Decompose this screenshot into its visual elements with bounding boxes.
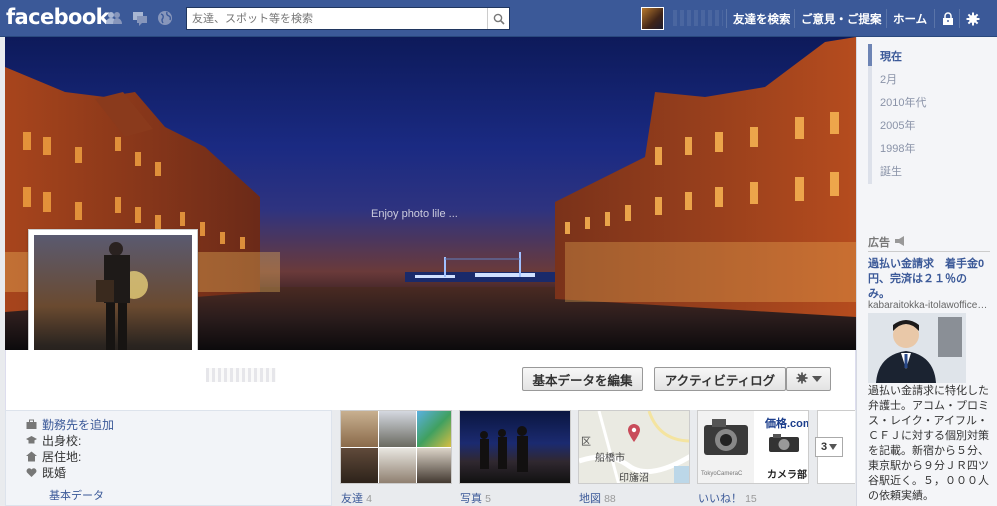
more-apps-button[interactable]: 3 — [815, 437, 843, 457]
map-label-station: 印旛沼 — [619, 473, 649, 484]
liked-page-thumb: TokyoCameraC — [698, 411, 754, 483]
add-work-row[interactable]: 勤務先を追加 — [26, 416, 114, 433]
likes-count: 15 — [745, 493, 757, 505]
lives-in-row: 居住地: — [26, 448, 81, 465]
camera-icon — [704, 419, 748, 455]
kakaku-logo: 価格.com — [765, 418, 809, 430]
friends-count: 4 — [366, 493, 372, 505]
timeline-item-now[interactable]: 現在 — [880, 48, 902, 64]
timeline-active-marker — [868, 44, 872, 66]
privacy-lock-icon[interactable] — [941, 12, 955, 26]
lives-in-label: 居住地: — [42, 450, 82, 464]
settings-gear-icon[interactable] — [966, 12, 980, 26]
user-name-blurred[interactable] — [673, 10, 723, 26]
user-avatar[interactable] — [641, 7, 664, 30]
more-apps-count: 3 — [820, 441, 828, 453]
notifications-globe-icon[interactable] — [157, 10, 173, 26]
friends-tile-label[interactable]: 友達 4 — [341, 490, 372, 506]
friend-thumb — [379, 411, 416, 447]
nav-divider — [886, 9, 887, 28]
friend-thumb — [379, 448, 416, 483]
nav-divider — [934, 9, 935, 28]
feedback-link[interactable]: ご意見・ご提案 — [801, 11, 882, 27]
map-label-ward: 区 — [581, 437, 591, 448]
camera-icon — [769, 434, 799, 452]
map-label-city: 船橋市 — [595, 453, 625, 464]
megaphone-icon[interactable] — [894, 235, 906, 249]
ad-title[interactable]: 過払い金請求 着手金0円、完済は２１％のみ。 — [868, 257, 988, 302]
add-work-link[interactable]: 勤務先を追加 — [42, 416, 114, 433]
map-tile[interactable]: 区 船橋市 印旛沼 — [578, 410, 690, 484]
ads-divider — [868, 251, 990, 252]
photos-count: 5 — [485, 493, 491, 505]
profile-name-blurred — [206, 368, 276, 382]
ads-header: 広告 — [868, 234, 906, 250]
facebook-logo[interactable]: facebook — [6, 5, 110, 29]
nav-divider — [959, 9, 960, 28]
edit-profile-button[interactable]: 基本データを編集 — [522, 367, 643, 391]
cover-caption: Enjoy photo lile ... — [371, 208, 458, 220]
heart-icon — [26, 467, 37, 478]
top-navigation-bar: facebook 友達を検索 ご意見・ご提案 ホーム — [0, 0, 997, 37]
timeline-item-2005[interactable]: 2005年 — [880, 117, 915, 133]
graduation-cap-icon — [26, 435, 37, 446]
settings-dropdown-button[interactable] — [786, 367, 831, 391]
friend-thumb — [417, 448, 451, 483]
ad-image[interactable] — [868, 313, 966, 383]
friend-thumb — [341, 411, 378, 447]
gear-icon — [795, 371, 808, 387]
likes-tile-label[interactable]: いいね！ 15 — [698, 490, 757, 506]
timeline-item-2010s[interactable]: 2010年代 — [880, 94, 926, 110]
home-icon — [26, 451, 37, 462]
camera-club-label: カメラ部 — [767, 470, 807, 481]
briefcase-icon — [26, 419, 37, 430]
map-count: 88 — [604, 493, 616, 505]
search-box[interactable] — [186, 7, 510, 30]
messages-icon[interactable] — [132, 10, 148, 26]
activity-log-button[interactable]: アクティビティログ — [654, 367, 786, 391]
chevron-down-icon — [829, 441, 838, 453]
nav-divider — [794, 9, 795, 28]
home-link[interactable]: ホーム — [893, 11, 927, 27]
relationship-row: 既婚 — [26, 464, 66, 481]
timeline-item-feb[interactable]: 2月 — [880, 71, 897, 87]
likes-tile[interactable]: TokyoCameraC 価格.com カメラ部 — [697, 410, 809, 484]
ad-url[interactable]: kabaraitokka-itolawoffice.com — [868, 300, 988, 311]
ad-body: 過払い金請求に特化した弁護士。アコム・プロミス・レイク・アイフル・ＣＦＪに対する… — [868, 385, 989, 502]
nav-divider — [726, 9, 727, 28]
search-icon[interactable] — [487, 8, 509, 29]
school-label: 出身校: — [42, 434, 82, 448]
friend-thumb — [341, 448, 378, 483]
ads-header-label: 広告 — [868, 237, 890, 249]
chevron-down-icon — [811, 372, 822, 386]
map-pin-icon — [627, 423, 641, 446]
friends-tile[interactable] — [340, 410, 452, 484]
photos-tile-label[interactable]: 写真 5 — [460, 490, 491, 506]
map-tile-label[interactable]: 地図 88 — [579, 490, 616, 506]
about-link[interactable]: 基本データ — [49, 487, 104, 503]
photos-tile[interactable] — [459, 410, 571, 484]
relationship-status: 既婚 — [42, 466, 67, 480]
timeline-item-born[interactable]: 誕生 — [880, 163, 902, 179]
search-input[interactable] — [187, 8, 477, 29]
camera-caption: TokyoCameraC — [701, 471, 743, 477]
timeline-scrubber — [868, 44, 872, 184]
friend-requests-icon[interactable] — [106, 10, 122, 26]
school-row: 出身校: — [26, 432, 81, 449]
timeline-item-1998[interactable]: 1998年 — [880, 140, 915, 156]
friend-thumb — [417, 411, 451, 447]
liked-page-thumb: 価格.com カメラ部 — [755, 411, 809, 483]
find-friends-link[interactable]: 友達を検索 — [733, 11, 791, 27]
